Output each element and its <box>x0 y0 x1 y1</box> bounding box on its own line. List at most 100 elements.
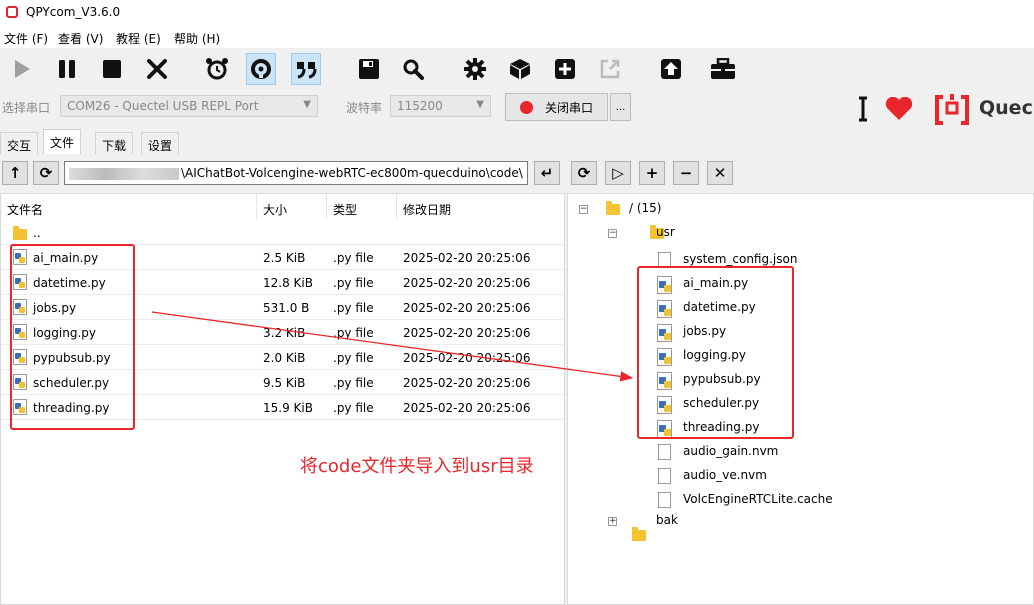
parent-dir-label: .. <box>33 226 41 240</box>
file-name: pypubsub.py <box>33 351 111 365</box>
pause-icon[interactable] <box>52 53 82 85</box>
bak-node[interactable]: bak <box>656 513 678 527</box>
parent-dir-row[interactable]: .. <box>1 220 564 245</box>
col-header-name[interactable]: 文件名 <box>1 194 257 220</box>
minus-icon[interactable]: − <box>673 161 699 185</box>
alarm-icon[interactable] <box>202 53 232 85</box>
table-row[interactable]: jobs.py 531.0 B .py file 2025-02-20 20:25:0… <box>1 295 564 320</box>
python-file-icon <box>13 249 27 265</box>
file-size: 531.0 B <box>263 301 310 315</box>
menu-file[interactable]: 文件 (F) <box>4 30 48 47</box>
stop-icon[interactable] <box>97 53 127 85</box>
more-button[interactable]: ... <box>610 93 631 121</box>
python-file-icon <box>13 349 27 365</box>
path-input[interactable]: \AIChatBot-Volcengine-webRTC-ec800m-quec… <box>64 161 528 185</box>
menu-help[interactable]: 帮助 (H) <box>174 30 220 47</box>
toolbar <box>0 48 1034 90</box>
tab-download[interactable]: 下载 <box>95 132 134 154</box>
collapse-icon[interactable]: − <box>608 229 617 238</box>
file-type: .py file <box>333 326 374 340</box>
add-icon[interactable]: + <box>639 161 665 185</box>
enter-icon[interactable]: ↵ <box>534 161 560 185</box>
file-date: 2025-02-20 20:25:06 <box>403 251 531 265</box>
quote-icon[interactable] <box>291 53 321 85</box>
redacted-path <box>69 167 179 180</box>
python-file-icon <box>657 300 673 321</box>
table-row[interactable]: ai_main.py 2.5 KiB .py file 2025-02-20 20:2… <box>1 245 564 270</box>
file-type: .py file <box>333 351 374 365</box>
baud-select[interactable]: 115200 ▼ <box>390 95 491 117</box>
table-row[interactable]: datetime.py 12.8 KiB .py file 2025-02-20 20… <box>1 270 564 295</box>
gear-icon[interactable] <box>460 53 490 85</box>
close-icon[interactable] <box>142 53 172 85</box>
annotation-text: 将code文件夹导入到usr目录 <box>300 456 534 477</box>
table-row[interactable]: threading.py 15.9 KiB .py file 2025-02-20 2… <box>1 395 564 420</box>
plus-icon[interactable] <box>550 53 580 85</box>
upload-icon[interactable] <box>656 53 686 85</box>
root-node[interactable]: / (15) <box>629 201 662 215</box>
cube-icon[interactable] <box>505 53 535 85</box>
file-type: .py file <box>333 251 374 265</box>
menu-bar: 文件 (F) 查看 (V) 教程 (E) 帮助 (H) <box>0 26 1034 48</box>
usr-node[interactable]: usr <box>656 225 675 239</box>
table-row[interactable]: scheduler.py 9.5 KiB .py file 2025-02-20 20… <box>1 370 564 395</box>
file-icon <box>658 468 671 484</box>
tab-settings[interactable]: 设置 <box>141 132 180 154</box>
tree-item-label: pypubsub.py <box>683 372 761 386</box>
run-icon[interactable]: ▷ <box>605 161 631 185</box>
delete-icon[interactable]: ✕ <box>707 161 733 185</box>
file-name: scheduler.py <box>33 376 110 390</box>
tab-file[interactable]: 文件 <box>43 129 82 155</box>
file-type: .py file <box>333 301 374 315</box>
tree-item-label: jobs.py <box>683 324 727 338</box>
tree-item-label: audio_gain.nvm <box>683 444 779 458</box>
menu-tutorial[interactable]: 教程 (E) <box>116 30 161 47</box>
tree-item-label: system_config.json <box>683 252 798 266</box>
python-file-icon <box>657 276 673 297</box>
col-header-type[interactable]: 类型 <box>327 194 397 220</box>
collapse-icon[interactable]: − <box>579 205 588 214</box>
local-file-list: 文件名 大小 类型 修改日期 .. ai_main.py 2.5 KiB .py f… <box>0 193 565 605</box>
python-file-icon <box>13 299 27 315</box>
port-select-value: COM26 - Quectel USB REPL Port <box>67 99 259 113</box>
chevron-down-icon: ▼ <box>303 99 311 110</box>
tab-interact[interactable]: 交互 <box>0 132 39 154</box>
recycle-icon[interactable] <box>246 53 276 85</box>
refresh-icon[interactable]: ⟳ <box>33 161 59 185</box>
file-name: datetime.py <box>33 276 106 290</box>
close-port-label: 关闭串口 <box>544 100 593 115</box>
refresh-icon[interactable]: ⟳ <box>571 161 597 185</box>
app-logo-icon <box>6 6 18 18</box>
play-icon[interactable] <box>7 53 37 85</box>
close-port-button[interactable]: 关闭串口 <box>505 93 608 121</box>
text-cursor-icon[interactable] <box>858 96 868 122</box>
python-file-icon <box>657 420 673 441</box>
file-type: .py file <box>333 376 374 390</box>
table-row[interactable]: pypubsub.py 2.0 KiB .py file 2025-02-20 20:… <box>1 345 564 370</box>
file-size: 12.8 KiB <box>263 276 313 290</box>
port-select[interactable]: COM26 - Quectel USB REPL Port ▼ <box>60 95 318 117</box>
device-file-tree: − / (15) − usr system_config.json ai_main… <box>567 193 1034 605</box>
toolbox-icon[interactable] <box>708 53 738 85</box>
file-date: 2025-02-20 20:25:06 <box>403 376 531 390</box>
folder-icon <box>606 201 620 215</box>
tree-item-label: audio_ve.nvm <box>683 468 767 482</box>
tree-item-label: ai_main.py <box>683 276 749 290</box>
up-arrow-icon[interactable]: ↑ <box>2 161 28 185</box>
menu-view[interactable]: 查看 (V) <box>58 30 103 47</box>
col-header-date[interactable]: 修改日期 <box>397 194 565 220</box>
save-icon[interactable] <box>354 53 384 85</box>
table-row[interactable]: logging.py 3.2 KiB .py file 2025-02-20 20:2… <box>1 320 564 345</box>
file-size: 9.5 KiB <box>263 376 306 390</box>
local-nav-bar: ↑ ⟳ \AIChatBot-Volcengine-webRTC-ec800m-… <box>0 154 565 192</box>
search-icon[interactable] <box>398 53 428 85</box>
python-file-icon <box>657 324 673 345</box>
export-icon[interactable] <box>595 53 625 85</box>
heart-icon[interactable] <box>885 96 913 124</box>
expand-icon[interactable]: + <box>608 517 617 526</box>
python-file-icon <box>13 374 27 390</box>
col-header-size[interactable]: 大小 <box>257 194 327 220</box>
title-bar: QPYcom_V3.6.0 <box>0 0 1034 26</box>
file-name: ai_main.py <box>33 251 99 265</box>
chevron-down-icon: ▼ <box>476 99 484 110</box>
